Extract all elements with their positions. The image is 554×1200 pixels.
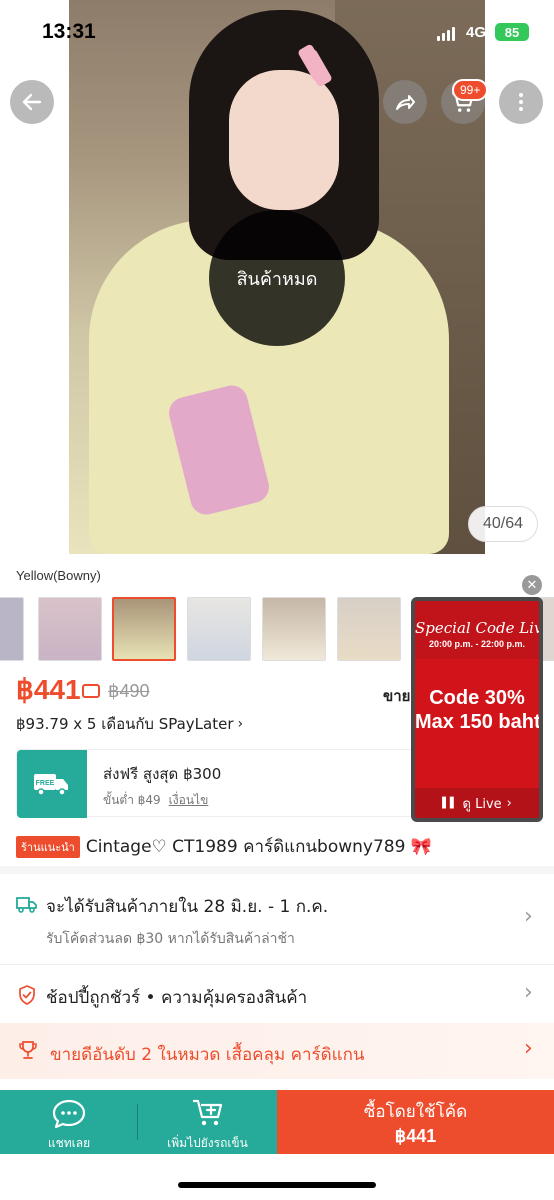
more-button[interactable] [499,80,543,124]
chevron-right-icon: › [237,716,244,732]
variant-thumb[interactable] [38,597,102,661]
status-time: 13:31 [42,20,96,43]
watch-live-label: ดู Live [462,796,502,812]
chevron-right-icon: › [524,1036,533,1061]
bottom-action-bar: แชทเลย เพิ่มไปยังรถเข็น ซื้อโดยใช้โค้ด ฿… [0,1090,554,1154]
add-cart-icon [193,1099,223,1126]
product-title: Cintage♡ CT1989 คาร์ดิแกนbowny789 🎀 [85,837,433,857]
price-tag-icon [82,684,100,698]
delivery-estimate: จะได้รับสินค้าภายใน 28 มิ.ย. - 1 ก.ค. [46,897,329,917]
variant-thumb[interactable] [337,597,401,661]
live-bars-icon: ▌▌ [442,797,458,809]
free-shipping-minimum: ขั้นต่ำ ฿49 เงื่อนไข [103,791,208,810]
shield-check-icon [19,985,35,1005]
safe-area [0,1154,554,1200]
home-indicator[interactable] [178,1182,376,1188]
free-badge-text: FREE [36,780,55,787]
installment-link[interactable]: ฿93.79 x 5 เดือนกับ SPayLater › [16,712,243,736]
trophy-icon [19,1041,37,1059]
variant-label: Yellow(Bowny) [16,568,101,583]
sold-out-overlay: สินค้าหมด [209,210,345,346]
share-button[interactable] [383,80,427,124]
best-seller-text: ขายดีอันดับ 2 ในหมวด เสื้อคลุม คาร์ดิแกน [50,1045,365,1065]
status-bar: 13:31 4G 85 [0,0,554,60]
variant-thumb[interactable] [0,597,24,661]
arrow-left-icon [22,93,42,111]
current-price: ฿441 [16,674,81,705]
product-title-row: ร้านแนะนำ Cintage♡ CT1989 คาร์ดิแกนbowny… [16,833,432,860]
buy-label: ซื้อโดยใช้โค้ด [363,1102,468,1122]
battery-icon: 85 [495,23,529,41]
delivery-guarantee: รับโค้ดส่วนลด ฿30 หากได้รับสินค้าล่าช้า [46,931,295,947]
signal-icon [437,27,455,41]
back-button[interactable] [10,80,54,124]
free-shipping-voucher[interactable]: FREE ส่งฟรี สูงสุด ฿300 ขั้นต่ำ ฿49 เงื่อ… [16,749,416,818]
product-gallery[interactable]: 13:31 4G 85 99+ สินค้าหมด 40/64 [0,0,554,554]
chat-icon [52,1099,86,1129]
watch-live-button[interactable]: ▌▌ ดู Live › [415,788,539,818]
live-heading: Special Code Live [415,601,539,659]
add-cart-label: เพิ่มไปยังรถเข็น [167,1136,248,1150]
more-vertical-icon [519,93,523,111]
original-price: ฿490 [108,681,150,701]
variant-thumb[interactable] [187,597,251,661]
cart-count-badge: 99+ [452,79,489,101]
live-time: 20:00 p.m. - 22:00 p.m. [428,639,526,649]
chat-label: แชทเลย [47,1136,91,1150]
conditions-link[interactable]: เงื่อนไข [169,793,209,807]
buy-with-voucher-button[interactable]: ซื้อโดยใช้โค้ด ฿441 [277,1090,554,1154]
free-shipping-title: ส่งฟรี สูงสุด ฿300 [103,765,222,783]
add-to-cart-button[interactable]: เพิ่มไปยังรถเข็น [138,1090,277,1154]
section-divider [0,866,554,874]
live-promo-banner[interactable]: Special Code Live 20:00 p.m. - 22:00 p.m… [411,597,543,822]
image-counter: 40/64 [468,506,538,542]
truck-icon [16,897,37,913]
buy-price: ฿441 [394,1126,437,1146]
product-page: 13:31 4G 85 99+ สินค้าหมด 40/64 Yellow(B… [0,0,554,1200]
live-code-line1: Code 30% [429,687,525,709]
guarantee-text: ช้อปปี้ถูกชัวร์ • ความคุ้มครองสินค้า [46,988,308,1008]
section-divider [0,964,554,965]
variant-thumb-selected[interactable] [112,597,176,661]
share-icon [396,95,415,110]
preferred-shop-badge: ร้านแนะนำ [16,835,80,858]
chevron-right-icon: › [524,980,533,1005]
chat-button[interactable]: แชทเลย [0,1090,138,1154]
close-icon[interactable]: ✕ [522,575,542,595]
network-label: 4G [466,24,487,41]
variant-thumb[interactable] [262,597,326,661]
minimum-spend: ขั้นต่ำ ฿49 [103,793,161,807]
installment-text: ฿93.79 x 5 เดือนกับ SPayLater [16,715,234,733]
live-code-line2: Max 150 baht [415,711,541,733]
chevron-right-icon: › [524,904,533,929]
free-shipping-icon: FREE [17,750,87,818]
chevron-right-icon: › [506,795,512,811]
